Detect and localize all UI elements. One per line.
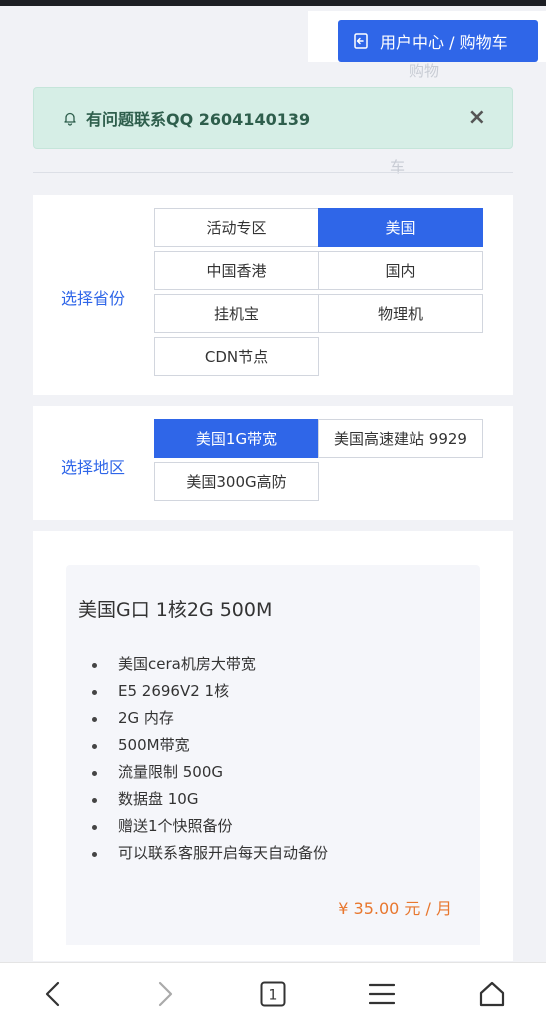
product-feature: 赠送1个快照备份 [92,813,328,840]
region-card: 选择地区 美国1G带宽 美国高速建站 9929 美国300G高防 [33,406,513,520]
province-card: 选择省份 活动专区 美国 中国香港 国内 挂机宝 物理机 CDN节点 [33,195,513,395]
tab-count: 1 [269,988,278,1004]
product-feature-list: 美国cera机房大带宽 E5 2696V2 1核 2G 内存 500M带宽 流量… [92,651,328,867]
product-title: 美国G口 1核2G 500M [78,599,273,621]
home-icon [479,981,505,1007]
product-next-strip [66,945,480,961]
province-option-dedicated[interactable]: 物理机 [318,294,483,333]
user-center-cart-button[interactable]: 用户中心 / 购物车 [338,20,538,62]
province-option-domestic[interactable]: 国内 [318,251,483,290]
tabs-icon: 1 [260,981,286,1007]
province-option-hongkong[interactable]: 中国香港 [154,251,319,290]
product-feature: 流量限制 500G [92,759,328,786]
product-panel: 美国G口 1核2G 500M 美国cera机房大带宽 E5 2696V2 1核 … [66,565,480,961]
contact-alert: 有问题联系QQ 2604140139 × [33,87,513,149]
product-feature: 2G 内存 [92,705,328,732]
menu-icon [369,983,395,1005]
alert-message: 有问题联系QQ 2604140139 [86,110,311,129]
home-button[interactable] [475,977,509,1011]
product-feature: 500M带宽 [92,732,328,759]
tabs-button[interactable]: 1 [256,977,290,1011]
region-option-us-1g[interactable]: 美国1G带宽 [154,419,319,458]
browser-bottom-nav: 1 [0,962,546,1024]
region-label: 选择地区 [61,458,126,477]
product-feature: 美国cera机房大带宽 [92,651,328,678]
product-feature: 可以联系客服开启每天自动备份 [92,840,328,867]
province-option-usa[interactable]: 美国 [318,208,483,247]
bell-icon [64,112,76,126]
header-overflow-text-2: 车 [390,158,406,176]
logout-icon [354,33,368,49]
province-label: 选择省份 [61,289,126,308]
product-price: ¥ 35.00 元 / 月 [338,899,452,918]
region-option-us-9929[interactable]: 美国高速建站 9929 [318,419,483,458]
menu-button[interactable] [365,977,399,1011]
product-feature: 数据盘 10G [92,786,328,813]
header-overflow-text-1: 购物 [409,62,440,80]
product-card: 美国G口 1核2G 500M 美国cera机房大带宽 E5 2696V2 1核 … [33,531,513,961]
forward-button[interactable] [148,977,182,1011]
back-button[interactable] [36,977,70,1011]
close-icon[interactable]: × [468,106,486,130]
user-center-cart-label: 用户中心 / 购物车 [380,33,508,52]
status-bar [0,0,546,6]
region-option-us-300g[interactable]: 美国300G高防 [154,462,319,501]
back-icon [45,981,60,1007]
province-option-activity[interactable]: 活动专区 [154,208,319,247]
province-option-cdn[interactable]: CDN节点 [154,337,319,376]
product-feature: E5 2696V2 1核 [92,678,328,705]
forward-icon [158,981,173,1007]
divider [33,172,513,173]
province-option-vps[interactable]: 挂机宝 [154,294,319,333]
